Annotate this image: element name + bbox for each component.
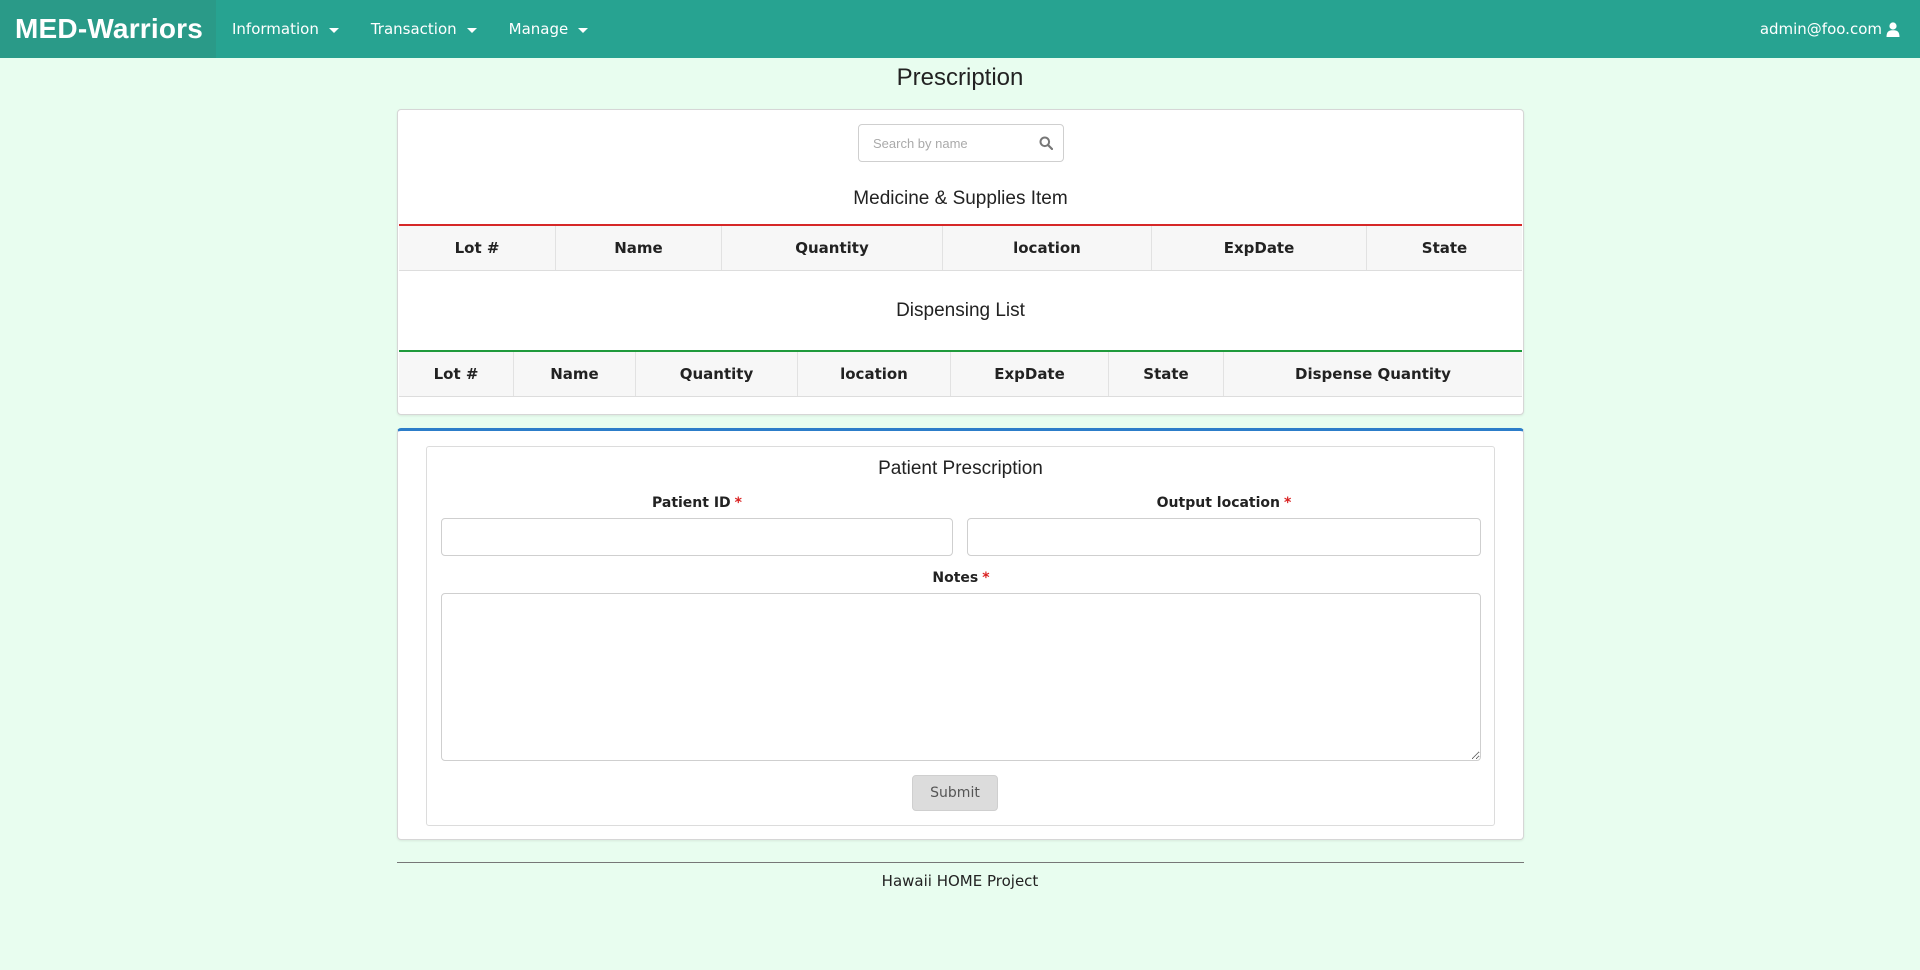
chevron-down-icon bbox=[578, 27, 589, 33]
patient-id-label: Patient ID * bbox=[441, 495, 953, 511]
required-marker: * bbox=[1284, 495, 1292, 511]
prescription-form-card: Patient Prescription Patient ID * Output … bbox=[397, 428, 1524, 840]
user-email: admin@foo.com bbox=[1759, 20, 1882, 38]
column-header[interactable]: Name bbox=[514, 352, 636, 396]
column-header[interactable]: ExpDate bbox=[951, 352, 1109, 396]
brand-logo[interactable]: MED-Warriors bbox=[0, 0, 216, 58]
column-header[interactable]: Quantity bbox=[636, 352, 798, 396]
dispensing-table-title: Dispensing List bbox=[896, 300, 1025, 321]
required-marker: * bbox=[982, 570, 990, 586]
column-header[interactable]: Lot # bbox=[399, 226, 556, 270]
footer-divider bbox=[397, 862, 1524, 863]
label-text: Notes bbox=[932, 570, 979, 586]
notes-textarea[interactable] bbox=[441, 593, 1481, 761]
notes-label: Notes * bbox=[441, 570, 1481, 586]
nav-menu-manage[interactable]: Manage bbox=[493, 0, 605, 58]
submit-button[interactable]: Submit bbox=[912, 775, 998, 811]
required-marker: * bbox=[734, 495, 742, 511]
user-menu[interactable]: admin@foo.com bbox=[1760, 0, 1900, 58]
page-title: Prescription bbox=[896, 64, 1024, 91]
nav-menu-transaction[interactable]: Transaction bbox=[355, 0, 493, 58]
output-location-label: Output location * bbox=[967, 495, 1481, 511]
label-text: Output location bbox=[1156, 495, 1281, 511]
top-navbar: MED-Warriors Information Transaction Man… bbox=[0, 0, 1920, 58]
nav-menu-information[interactable]: Information bbox=[216, 0, 355, 58]
nav-menu-label: Information bbox=[232, 20, 319, 38]
medicine-table-title: Medicine & Supplies Item bbox=[853, 188, 1068, 209]
column-header[interactable]: Name bbox=[556, 226, 722, 270]
column-header[interactable]: State bbox=[1367, 226, 1522, 270]
column-header[interactable]: location bbox=[943, 226, 1152, 270]
output-location-field[interactable] bbox=[967, 518, 1481, 556]
nav-menu-label: Manage bbox=[508, 20, 569, 38]
column-header[interactable]: Quantity bbox=[722, 226, 943, 270]
column-header[interactable]: State bbox=[1109, 352, 1224, 396]
dispensing-table-header: Lot # Name Quantity location ExpDate Sta… bbox=[399, 350, 1522, 397]
chevron-down-icon bbox=[466, 27, 477, 33]
inventory-card: Medicine & Supplies Item Lot # Name Quan… bbox=[397, 109, 1524, 415]
label-text: Patient ID bbox=[651, 495, 731, 511]
form-title: Patient Prescription bbox=[878, 458, 1043, 479]
column-header[interactable]: Dispense Quantity bbox=[1224, 352, 1522, 396]
column-header[interactable]: location bbox=[798, 352, 951, 396]
nav-menu-label: Transaction bbox=[370, 20, 457, 38]
search-input[interactable] bbox=[859, 135, 1029, 151]
column-header[interactable]: Lot # bbox=[399, 352, 514, 396]
patient-id-field[interactable] bbox=[441, 518, 953, 556]
column-header[interactable]: ExpDate bbox=[1152, 226, 1367, 270]
search-icon[interactable] bbox=[1039, 136, 1053, 150]
search-box bbox=[858, 124, 1064, 162]
chevron-down-icon bbox=[328, 27, 339, 33]
user-icon bbox=[1886, 21, 1900, 37]
medicine-table-header: Lot # Name Quantity location ExpDate Sta… bbox=[399, 224, 1522, 271]
prescription-form: Patient Prescription Patient ID * Output … bbox=[426, 446, 1495, 826]
footer-text: Hawaii HOME Project bbox=[881, 872, 1039, 890]
